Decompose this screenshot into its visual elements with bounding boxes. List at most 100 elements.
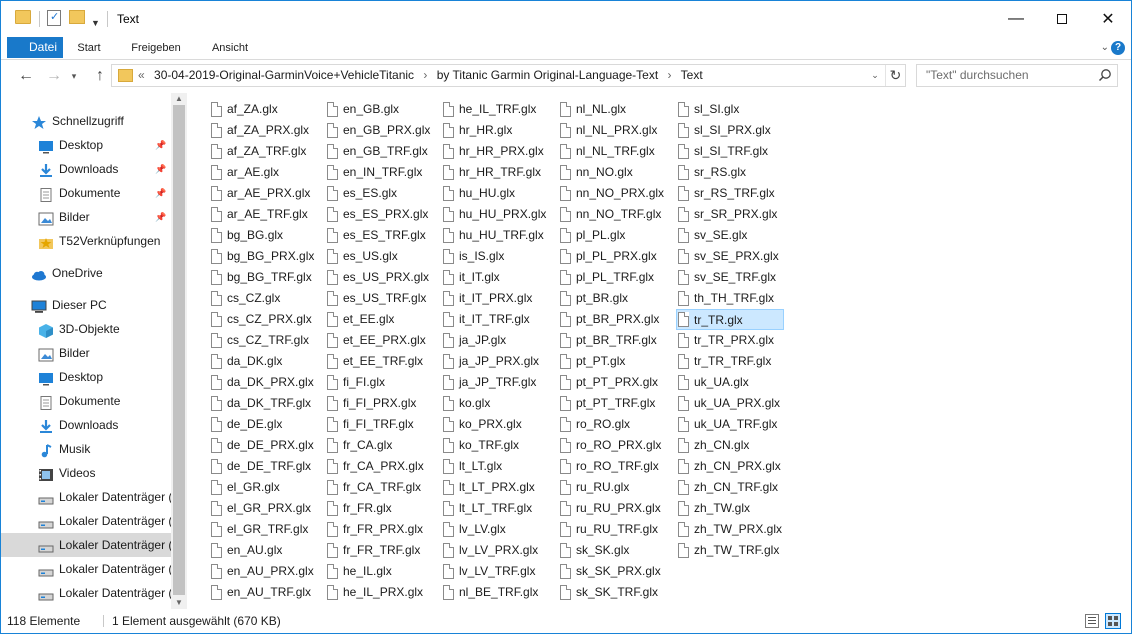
file-item[interactable]: nl_NL.glx [560, 99, 664, 120]
file-item[interactable]: zh_CN_TRF.glx [678, 477, 784, 498]
details-view-icon[interactable] [1085, 614, 1099, 628]
title-bar[interactable]: ▼ Text — ✕ [1, 1, 1131, 37]
sidebar-item[interactable]: Lokaler Datenträger ( [1, 485, 171, 509]
file-item[interactable]: uk_UA_PRX.glx [678, 393, 784, 414]
file-item[interactable]: pl_PL.glx [560, 225, 664, 246]
file-item[interactable]: sv_SE_TRF.glx [678, 267, 784, 288]
file-item[interactable]: hr_HR.glx [443, 120, 546, 141]
sidebar-item[interactable]: Dokumente 📌 [1, 181, 171, 205]
large-icons-view-icon[interactable] [1105, 613, 1121, 629]
file-item[interactable]: bg_BG_PRX.glx [211, 246, 314, 267]
file-item[interactable]: ro_RO_TRF.glx [560, 456, 664, 477]
chevron-down-icon[interactable]: ⌄ [1101, 42, 1109, 53]
file-item[interactable]: zh_TW_PRX.glx [678, 519, 784, 540]
file-item[interactable]: hu_HU.glx [443, 183, 546, 204]
file-item[interactable]: th_TH_TRF.glx [678, 288, 784, 309]
sidebar-item[interactable]: Lokaler Datenträger ( [1, 509, 171, 533]
quick-access-dropdown-icon[interactable]: ▼ [91, 14, 100, 32]
file-item[interactable]: ko_PRX.glx [443, 414, 546, 435]
sidebar-item[interactable]: Schnellzugriff [1, 109, 171, 133]
file-item[interactable]: af_ZA_PRX.glx [211, 120, 314, 141]
file-item[interactable]: pt_PT_TRF.glx [560, 393, 664, 414]
file-item[interactable]: fr_CA.glx [327, 435, 430, 456]
sidebar-item[interactable]: Downloads [1, 413, 171, 437]
crumb-item[interactable]: Text [681, 68, 703, 82]
file-item[interactable]: ja_JP.glx [443, 330, 546, 351]
scroll-down-icon[interactable]: ▼ [171, 597, 187, 609]
sidebar-item[interactable]: Dieser PC [1, 293, 171, 317]
file-item[interactable]: nl_BE_TRF.glx [443, 582, 546, 603]
file-item[interactable]: fr_FR_PRX.glx [327, 519, 430, 540]
file-item[interactable]: sk_SK.glx [560, 540, 664, 561]
file-item[interactable]: cs_CZ_PRX.glx [211, 309, 314, 330]
file-item[interactable]: ar_AE.glx [211, 162, 314, 183]
file-item[interactable]: lv_LV_PRX.glx [443, 540, 546, 561]
file-item[interactable]: is_IS.glx [443, 246, 546, 267]
forward-arrow-icon[interactable]: → [43, 66, 65, 86]
file-item[interactable]: en_AU.glx [211, 540, 314, 561]
tab-freigeben[interactable]: Freigeben [117, 37, 195, 60]
file-item[interactable]: da_DK_PRX.glx [211, 372, 314, 393]
new-folder-icon[interactable] [69, 10, 85, 24]
file-item[interactable]: lv_LV_TRF.glx [443, 561, 546, 582]
file-item[interactable]: ja_JP_TRF.glx [443, 372, 546, 393]
file-item[interactable]: nn_NO.glx [560, 162, 664, 183]
file-item[interactable]: ro_RO_PRX.glx [560, 435, 664, 456]
file-item[interactable]: de_DE_TRF.glx [211, 456, 314, 477]
file-item[interactable]: ro_RO.glx [560, 414, 664, 435]
file-item[interactable]: he_IL_PRX.glx [327, 582, 430, 603]
file-item[interactable]: fr_FR.glx [327, 498, 430, 519]
file-item[interactable]: lt_LT_PRX.glx [443, 477, 546, 498]
file-item[interactable]: cs_CZ.glx [211, 288, 314, 309]
file-item[interactable]: hr_HR_PRX.glx [443, 141, 546, 162]
file-item[interactable]: es_US_TRF.glx [327, 288, 430, 309]
sidebar-item[interactable]: Dokumente [1, 389, 171, 413]
crumb-overflow[interactable]: « [138, 68, 145, 82]
sidebar-item[interactable]: 3D-Objekte [1, 317, 171, 341]
chevron-right-icon[interactable]: › [423, 68, 427, 82]
file-item[interactable]: el_GR_PRX.glx [211, 498, 314, 519]
sidebar-scrollbar[interactable]: ▲ ▼ [171, 93, 187, 609]
properties-icon[interactable] [47, 10, 61, 26]
file-item[interactable]: pt_PT_PRX.glx [560, 372, 664, 393]
file-item[interactable]: nn_NO_PRX.glx [560, 183, 664, 204]
file-item[interactable]: ru_RU_TRF.glx [560, 519, 664, 540]
file-item[interactable]: sv_SE.glx [678, 225, 784, 246]
file-item[interactable]: nl_NL_TRF.glx [560, 141, 664, 162]
file-item[interactable]: sk_SK_PRX.glx [560, 561, 664, 582]
file-item[interactable]: he_IL.glx [327, 561, 430, 582]
chevron-right-icon[interactable]: › [668, 68, 672, 82]
file-item[interactable]: ja_JP_PRX.glx [443, 351, 546, 372]
file-item[interactable]: uk_UA_TRF.glx [678, 414, 784, 435]
file-item[interactable]: tr_TR_PRX.glx [678, 330, 784, 351]
file-item[interactable]: ru_RU_PRX.glx [560, 498, 664, 519]
file-item[interactable]: fr_FR_TRF.glx [327, 540, 430, 561]
file-item[interactable]: cs_CZ_TRF.glx [211, 330, 314, 351]
file-item[interactable]: da_DK_TRF.glx [211, 393, 314, 414]
refresh-icon[interactable]: ↻ [885, 65, 905, 86]
file-item[interactable]: et_EE_TRF.glx [327, 351, 430, 372]
file-item[interactable]: en_AU_PRX.glx [211, 561, 314, 582]
file-item[interactable]: zh_TW_TRF.glx [678, 540, 784, 561]
search-input[interactable]: "Text" durchsuchen [916, 64, 1118, 87]
minimize-button[interactable]: — [993, 1, 1039, 37]
file-item[interactable]: zh_CN.glx [678, 435, 784, 456]
file-item[interactable]: es_US.glx [327, 246, 430, 267]
up-arrow-icon[interactable]: ↑ [89, 66, 111, 86]
file-item[interactable]: it_IT.glx [443, 267, 546, 288]
crumb-item[interactable]: by Titanic Garmin Original-Language-Text [437, 68, 658, 82]
file-item[interactable]: pt_BR_TRF.glx [560, 330, 664, 351]
file-item[interactable]: da_DK.glx [211, 351, 314, 372]
file-item[interactable]: ru_RU.glx [560, 477, 664, 498]
file-item[interactable]: uk_UA.glx [678, 372, 784, 393]
file-item[interactable]: bg_BG.glx [211, 225, 314, 246]
file-item[interactable]: hr_HR_TRF.glx [443, 162, 546, 183]
file-item[interactable]: hu_HU_TRF.glx [443, 225, 546, 246]
help-icon[interactable]: ? [1111, 41, 1125, 55]
file-item[interactable]: zh_TW.glx [678, 498, 784, 519]
scroll-up-icon[interactable]: ▲ [171, 93, 187, 105]
file-item[interactable]: lt_LT_TRF.glx [443, 498, 546, 519]
file-item[interactable]: bg_BG_TRF.glx [211, 267, 314, 288]
file-item[interactable]: sl_SI.glx [678, 99, 784, 120]
maximize-button[interactable] [1039, 1, 1085, 37]
